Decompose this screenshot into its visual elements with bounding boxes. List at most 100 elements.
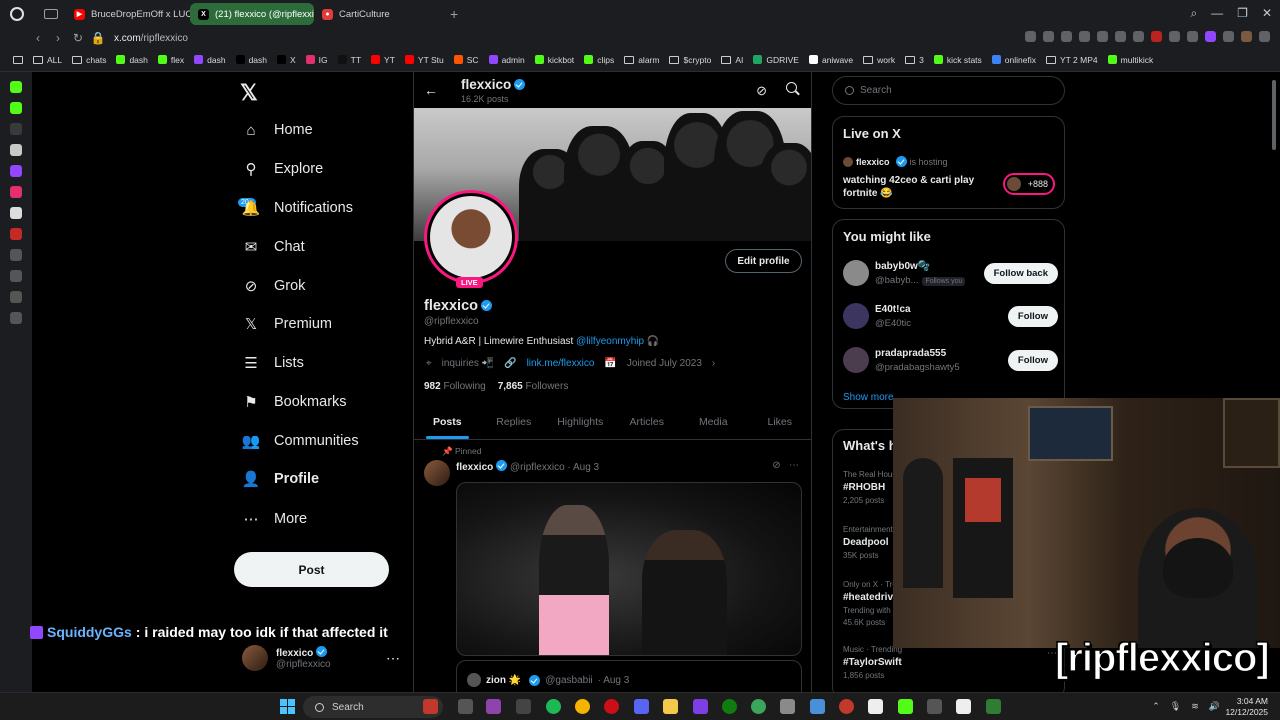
grok-icon[interactable]: ⊘ bbox=[756, 83, 767, 99]
trend-item[interactable]: Entertainment Deadpool 35K posts bbox=[843, 525, 893, 560]
spotify-icon[interactable] bbox=[546, 699, 561, 714]
windows-start-icon[interactable] bbox=[280, 699, 295, 714]
twitch-icon[interactable] bbox=[10, 165, 22, 177]
bookmark-item[interactable]: chats bbox=[67, 55, 111, 65]
back-arrow-icon[interactable]: ‹ bbox=[28, 31, 48, 45]
back-arrow-icon[interactable]: ← bbox=[424, 82, 438, 98]
minimize-icon[interactable]: — bbox=[1211, 6, 1223, 21]
puzzle-icon[interactable] bbox=[10, 291, 22, 303]
browser-tab-3[interactable]: ● CartiCulture bbox=[314, 3, 438, 25]
bookmark-item[interactable]: X bbox=[272, 55, 301, 65]
app-icon[interactable] bbox=[956, 699, 971, 714]
app-icon[interactable] bbox=[868, 699, 883, 714]
tab-likes[interactable]: Likes bbox=[747, 404, 812, 439]
nav-item-profile[interactable]: 👤 Profile bbox=[242, 470, 319, 488]
bookmark-item[interactable]: onlinefix bbox=[987, 55, 1041, 65]
quoted-post[interactable]: zion 🌟 @gasbabii · Aug 3 bbox=[456, 660, 802, 692]
trend-item[interactable]: Music · Trending #TaylorSwift 1,856 posts bbox=[843, 645, 902, 680]
bookmark-item[interactable]: SC bbox=[449, 55, 484, 65]
profile-avatar-live[interactable] bbox=[424, 190, 518, 284]
calculator-icon[interactable] bbox=[927, 699, 942, 714]
app-icon[interactable] bbox=[898, 699, 913, 714]
extension-icon[interactable] bbox=[1169, 31, 1180, 42]
bookmark-item[interactable]: IG bbox=[301, 55, 333, 65]
follow-button[interactable]: Follow back bbox=[983, 263, 1058, 284]
chevron-up-icon[interactable]: ⌃ bbox=[1152, 701, 1160, 712]
tab-replies[interactable]: Replies bbox=[481, 404, 548, 439]
nav-item-chat[interactable]: ✉ Chat bbox=[242, 238, 305, 256]
chevron-right-icon[interactable]: › bbox=[712, 358, 715, 369]
system-clock[interactable]: 3:04 AM 12/12/2025 bbox=[1225, 696, 1268, 718]
bookmark-item[interactable]: YT bbox=[366, 55, 400, 65]
edit-profile-button[interactable]: Edit profile bbox=[725, 249, 802, 273]
lock-icon[interactable]: 🔒 bbox=[88, 31, 108, 45]
tab-posts[interactable]: Posts bbox=[414, 404, 481, 439]
app-icon[interactable] bbox=[486, 699, 501, 714]
app-icon[interactable] bbox=[10, 228, 22, 240]
nav-item-premium[interactable]: 𝕏 Premium bbox=[242, 315, 332, 333]
nav-item-grok[interactable]: ⊘ Grok bbox=[242, 277, 306, 295]
more-dots-icon[interactable]: ⋯ bbox=[789, 460, 799, 471]
url-field[interactable]: x.com/ripflexxico bbox=[114, 33, 188, 44]
app-icon[interactable] bbox=[839, 699, 854, 714]
bookmark-item[interactable]: clips bbox=[579, 55, 619, 65]
heart-icon[interactable] bbox=[1097, 31, 1108, 42]
tab-highlights[interactable]: Highlights bbox=[547, 404, 614, 439]
bookmark-item[interactable]: work bbox=[858, 55, 900, 65]
browser-tab-1[interactable]: ▶ BruceDropEmOff x LUCKI bbox=[66, 3, 190, 25]
show-more-link[interactable]: Show more bbox=[843, 392, 894, 403]
play-icon[interactable] bbox=[1079, 31, 1090, 42]
kick-icon[interactable] bbox=[10, 81, 22, 93]
close-icon[interactable]: ✕ bbox=[1262, 6, 1272, 21]
following-link[interactable]: 982 Following bbox=[424, 381, 486, 392]
gamepad-icon[interactable] bbox=[780, 699, 795, 714]
live-listener-count[interactable]: +888 bbox=[1003, 173, 1055, 195]
nav-item-bookmarks[interactable]: ⚑ Bookmarks bbox=[242, 393, 346, 411]
file-explorer-icon[interactable] bbox=[663, 699, 678, 714]
suggestion-item[interactable]: pradaprada555 @pradabagshawty5 Follow bbox=[843, 347, 1058, 377]
bookmark-item[interactable]: dash bbox=[111, 55, 152, 65]
bookmark-item[interactable]: YT 2 MP4 bbox=[1041, 55, 1103, 65]
chrome-icon[interactable] bbox=[575, 699, 590, 714]
instagram-icon[interactable] bbox=[10, 186, 22, 198]
more-dots-icon[interactable]: ⋯ bbox=[386, 650, 400, 667]
extension-icon[interactable] bbox=[1205, 31, 1216, 42]
wifi-icon[interactable]: ≋ bbox=[1191, 701, 1199, 712]
bookmark-item[interactable]: 3 bbox=[900, 55, 929, 65]
search-input[interactable] bbox=[860, 85, 992, 96]
forward-arrow-icon[interactable]: › bbox=[48, 31, 68, 45]
search-box[interactable] bbox=[832, 76, 1065, 105]
avatar[interactable] bbox=[424, 460, 450, 486]
app-icon[interactable] bbox=[10, 123, 22, 135]
bookmark-item[interactable]: flex bbox=[153, 55, 189, 65]
nav-item-home[interactable]: ⌂ Home bbox=[242, 121, 312, 139]
extension-icon[interactable] bbox=[1187, 31, 1198, 42]
nav-item-communities[interactable]: 👥 Communities bbox=[242, 432, 359, 450]
bookmark-item[interactable]: AI bbox=[716, 55, 748, 65]
bookmark-item[interactable]: GDRIVE bbox=[748, 55, 804, 65]
taskbar-search[interactable]: Search bbox=[303, 696, 443, 718]
new-tab-button[interactable]: + bbox=[450, 6, 458, 22]
screenshot-icon[interactable] bbox=[1043, 31, 1054, 42]
bookmark-item[interactable]: alarm bbox=[619, 55, 664, 65]
download-icon[interactable] bbox=[1061, 31, 1072, 42]
page-scrollbar[interactable] bbox=[1272, 80, 1276, 150]
tab-articles[interactable]: Articles bbox=[614, 404, 681, 439]
xbox-icon[interactable] bbox=[722, 699, 737, 714]
search-icon[interactable] bbox=[786, 82, 797, 93]
tab-overview-icon[interactable] bbox=[44, 9, 58, 19]
suggestion-item[interactable]: E40t!ca @E40tic Follow bbox=[843, 303, 1058, 333]
grok-icon[interactable]: ⊘ bbox=[772, 460, 780, 471]
app-icon[interactable] bbox=[986, 699, 1001, 714]
bookmark-item[interactable]: kickbot bbox=[530, 55, 579, 65]
x-icon[interactable] bbox=[10, 207, 22, 219]
extension-icon[interactable] bbox=[1115, 31, 1126, 42]
play-icon[interactable] bbox=[10, 249, 22, 261]
account-switcher[interactable]: flexxico @ripflexxico bbox=[242, 645, 331, 671]
app-icon[interactable] bbox=[10, 144, 22, 156]
post-image[interactable] bbox=[456, 482, 802, 656]
followers-link[interactable]: 7,865 Followers bbox=[498, 381, 569, 392]
live-space-title[interactable]: watching 42ceo & carti play fortnite 😂 bbox=[843, 174, 993, 200]
maximize-icon[interactable]: ❐ bbox=[1237, 6, 1248, 21]
app-icon[interactable] bbox=[423, 699, 438, 714]
